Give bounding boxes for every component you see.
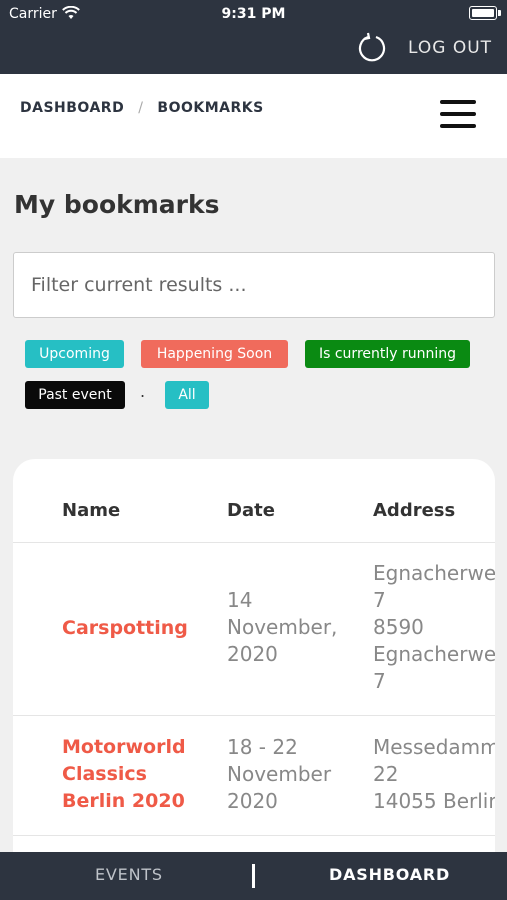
filter-input[interactable] bbox=[13, 252, 495, 318]
table-divider bbox=[13, 835, 495, 836]
column-header-date: Date bbox=[227, 500, 275, 521]
refresh-icon[interactable] bbox=[356, 32, 388, 64]
event-date: 18 - 22 November 2020 bbox=[227, 735, 332, 813]
tag-happening-soon[interactable]: Happening Soon bbox=[141, 340, 288, 368]
column-header-address: Address bbox=[373, 500, 456, 521]
breadcrumb-dashboard[interactable]: DASHBOARD bbox=[20, 100, 124, 116]
tab-dashboard[interactable]: DASHBOARD bbox=[329, 865, 450, 884]
column-header-name: Name bbox=[62, 500, 121, 521]
page-title: My bookmarks bbox=[14, 190, 220, 219]
tab-divider bbox=[252, 864, 255, 888]
breadcrumb: DASHBOARD / BOOKMARKS bbox=[20, 100, 264, 116]
event-name-link[interactable]: Motorworld Classics Berlin 2020 bbox=[62, 734, 186, 815]
table-divider bbox=[13, 715, 495, 716]
top-bar: Carrier 9:31 PM LOG OUT bbox=[0, 0, 507, 74]
event-name-link[interactable]: Carspotting bbox=[62, 615, 188, 642]
status-bar: Carrier 9:31 PM bbox=[0, 0, 507, 28]
event-address: Egnacherwe 7 8590 Egnacherwe 7 bbox=[373, 561, 495, 693]
bottom-tab-bar: EVENTS DASHBOARD bbox=[0, 852, 507, 900]
breadcrumb-separator: / bbox=[138, 100, 144, 116]
event-date: 14 November, 2020 bbox=[227, 588, 338, 666]
tab-events[interactable]: EVENTS bbox=[95, 865, 163, 884]
breadcrumb-bar: DASHBOARD / BOOKMARKS bbox=[0, 74, 507, 158]
tag-all[interactable]: All bbox=[165, 381, 209, 409]
breadcrumb-bookmarks: BOOKMARKS bbox=[157, 100, 264, 116]
tag-separator: . bbox=[140, 382, 146, 401]
bookmarks-table: Name Date Address Carspotting 14 Novembe… bbox=[13, 459, 495, 879]
tag-upcoming[interactable]: Upcoming bbox=[25, 340, 124, 368]
status-time: 9:31 PM bbox=[221, 6, 286, 22]
battery-icon bbox=[469, 6, 501, 20]
menu-icon[interactable] bbox=[440, 100, 476, 128]
event-address: Messedamm 22 14055 Berlin bbox=[373, 735, 495, 813]
logout-button[interactable]: LOG OUT bbox=[408, 38, 492, 58]
tag-currently-running[interactable]: Is currently running bbox=[305, 340, 470, 368]
table-divider bbox=[13, 542, 495, 543]
tag-past-event[interactable]: Past event bbox=[25, 381, 125, 409]
